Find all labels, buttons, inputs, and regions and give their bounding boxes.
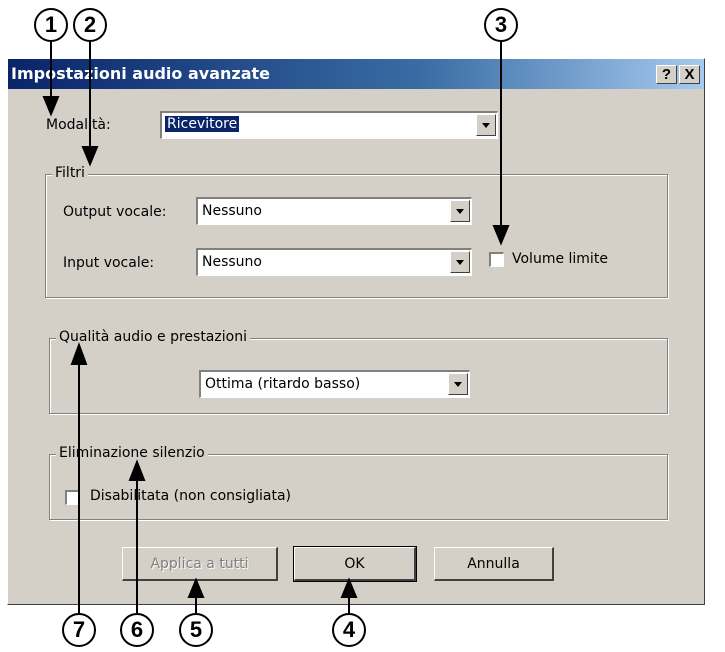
quality-value: Ottima (ritardo basso) — [205, 376, 361, 392]
silence-group: Eliminazione silenzio — [49, 445, 668, 520]
input-vocal-select[interactable]: Nessuno — [196, 248, 472, 276]
close-button[interactable]: X — [679, 65, 700, 84]
mode-select[interactable]: Ricevitore — [160, 111, 498, 139]
chevron-down-icon[interactable] — [450, 251, 470, 273]
chevron-down-icon[interactable] — [448, 373, 468, 395]
input-vocal-value: Nessuno — [202, 254, 262, 270]
callout-7: 7 — [62, 613, 96, 647]
callout-6: 6 — [120, 613, 154, 647]
apply-all-button[interactable]: Applica a tutti — [122, 547, 278, 581]
callout-1: 1 — [34, 8, 68, 42]
quality-legend: Qualità audio e prestazioni — [56, 329, 250, 345]
chevron-down-icon[interactable] — [450, 200, 470, 222]
quality-select[interactable]: Ottima (ritardo basso) — [199, 370, 470, 398]
output-vocal-value: Nessuno — [202, 203, 262, 219]
mode-label: Modalità: — [46, 117, 111, 133]
chevron-down-icon[interactable] — [476, 114, 496, 136]
output-vocal-label: Output vocale: — [63, 204, 167, 220]
ok-button[interactable]: OK — [293, 546, 417, 582]
filters-group: Filtri — [45, 165, 668, 298]
callout-3: 3 — [484, 8, 518, 42]
callout-2: 2 — [73, 8, 107, 42]
help-button[interactable]: ? — [656, 65, 677, 84]
title-bar: Impostazioni audio avanzate ? X — [8, 59, 704, 89]
limit-volume-label: Volume limite — [512, 251, 608, 267]
cancel-button[interactable]: Annulla — [434, 547, 554, 581]
mode-value: Ricevitore — [165, 116, 240, 132]
silence-legend: Eliminazione silenzio — [56, 445, 208, 461]
filters-legend: Filtri — [52, 165, 88, 181]
dialog-title: Impostazioni audio avanzate — [11, 64, 270, 83]
silence-disabled-label: Disabilitata (non consigliata) — [90, 488, 292, 504]
output-vocal-select[interactable]: Nessuno — [196, 197, 472, 225]
limit-volume-checkbox[interactable] — [489, 252, 504, 267]
silence-disabled-checkbox[interactable] — [65, 490, 80, 505]
callout-5: 5 — [179, 613, 213, 647]
advanced-audio-settings-dialog: Impostazioni audio avanzate ? X Modalità… — [7, 58, 705, 605]
callout-4: 4 — [332, 613, 366, 647]
input-vocal-label: Input vocale: — [63, 255, 155, 271]
